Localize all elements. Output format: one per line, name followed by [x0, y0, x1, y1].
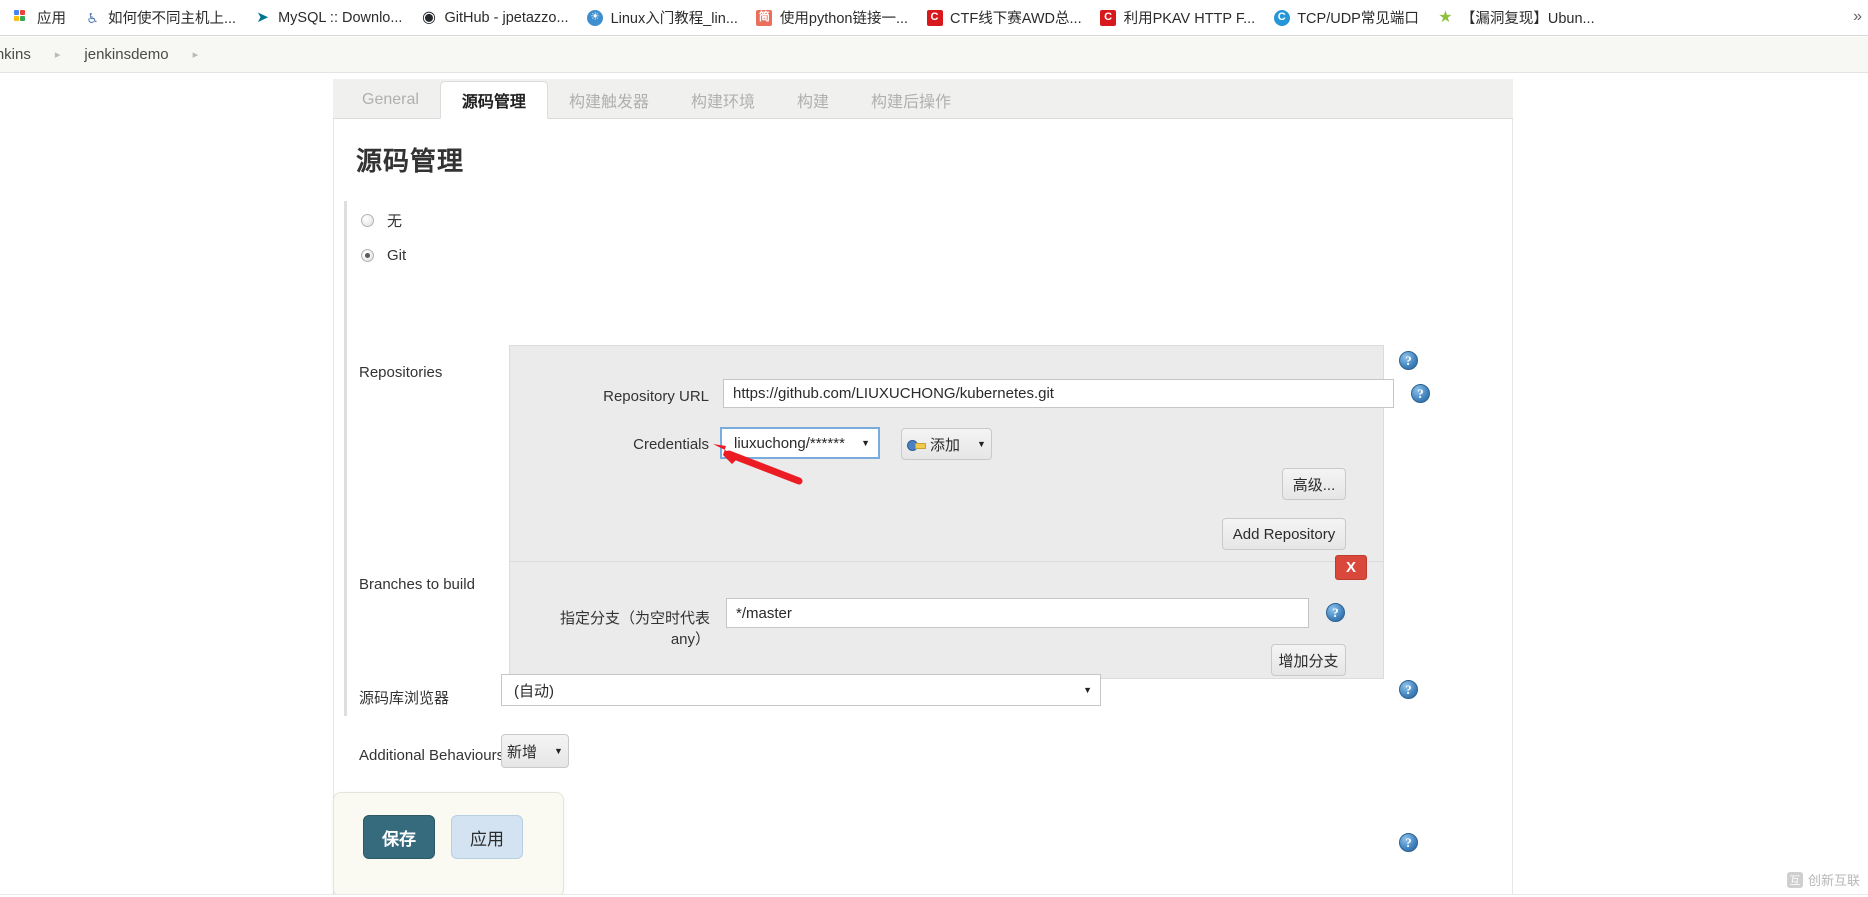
credentials-select[interactable]: liuxuchong/****** ▼ — [720, 427, 880, 459]
branch-specifier-input[interactable] — [726, 598, 1309, 628]
watermark: 互 创新互联 — [1786, 870, 1860, 889]
git-config-block: Repositories Repository URL ? Credential… — [348, 344, 1498, 768]
repository-browser-label: 源码库浏览器 — [359, 690, 450, 707]
form-action-bar: 保存 应用 — [333, 792, 564, 897]
repositories-row-label: Repositories — [359, 364, 443, 381]
bookmark-github-jpetazzo[interactable]: ◉ GitHub - jpetazzo... — [411, 5, 577, 31]
page-title: 源码管理 — [356, 146, 465, 176]
radio-label: 无 — [387, 213, 403, 230]
credentials-label: Credentials — [633, 436, 709, 453]
add-branch-button[interactable]: 增加分支 — [1271, 644, 1346, 676]
bookmark-python-link[interactable]: 简 使用python链接一... — [747, 5, 917, 31]
star-icon: ★ — [1438, 8, 1453, 26]
github-icon: ◉ — [421, 8, 436, 26]
bookmark-linux-tutorial[interactable]: ☀ Linux入门教程_lin... — [578, 5, 747, 31]
tab-build-environment[interactable]: 构建环境 — [670, 81, 776, 119]
page-body: General 源码管理 构建触发器 构建环境 构建 构建后操作 源码管理 无 … — [0, 73, 1868, 897]
page-icon: ♿ — [86, 9, 99, 26]
bookmark-label: 利用PKAV HTTP F... — [1123, 11, 1256, 27]
bookmark-label: CTF线下赛AWD总... — [950, 11, 1082, 27]
repository-browser-help-icon[interactable]: ? — [1399, 680, 1418, 699]
add-credentials-label: 添加 — [930, 436, 961, 454]
breadcrumb: Jenkins ▸ jenkinsdemo ▸ — [0, 37, 1868, 73]
save-button[interactable]: 保存 — [363, 815, 435, 859]
bookmark-ctf-awd[interactable]: C CTF线下赛AWD总... — [917, 5, 1091, 31]
bookmark-label: TCP/UDP常见端口 — [1297, 11, 1419, 27]
repository-url-label: Repository URL — [603, 388, 709, 405]
radio-label: Git — [387, 247, 407, 264]
branches-panel: 指定分支（为空时代表any） ? 增加分支 — [509, 561, 1384, 679]
bookmark-label: MySQL :: Downlo... — [278, 9, 403, 26]
add-repository-button[interactable]: Add Repository — [1222, 518, 1346, 550]
tab-general[interactable]: General — [341, 81, 440, 119]
radio-button-icon — [361, 249, 374, 262]
repositories-help-icon[interactable]: ? — [1399, 351, 1418, 370]
repositories-panel: Repository URL ? Credentials liuxuchong/… — [509, 345, 1430, 573]
advanced-button[interactable]: 高级... — [1282, 468, 1346, 500]
breadcrumb-item-jenkins[interactable]: Jenkins — [0, 46, 37, 63]
csdn-icon: C — [1100, 9, 1117, 26]
bookmark-apps[interactable]: 应用 — [4, 5, 75, 31]
branch-specifier-label: 指定分支（为空时代表any） — [559, 610, 710, 648]
cnblogs-icon: C — [1273, 9, 1290, 26]
additional-behaviours-label: Additional Behaviours — [359, 747, 505, 764]
mysql-dolphin-icon: ➤ — [256, 9, 269, 26]
tab-source-code-management[interactable]: 源码管理 — [439, 81, 548, 119]
repository-url-help-icon[interactable]: ? — [1411, 384, 1430, 403]
branch-specifier-help-icon[interactable]: ? — [1326, 603, 1345, 622]
subversion-help-icon[interactable]: ? — [1399, 833, 1418, 852]
bookmarks-overflow-button[interactable]: » — [1853, 8, 1862, 26]
chevron-down-icon: ▼ — [554, 746, 563, 756]
job-config-form: General 源码管理 构建触发器 构建环境 构建 构建后操作 源码管理 无 … — [333, 73, 1513, 897]
radio-scm-none[interactable]: 无 — [361, 210, 402, 231]
bookmark-label: 如何使不同主机上... — [108, 11, 237, 27]
csdn-icon: C — [926, 9, 943, 26]
config-tab-bar: General 源码管理 构建触发器 构建环境 构建 构建后操作 — [333, 79, 1513, 119]
chevron-down-icon: ▼ — [977, 439, 986, 449]
additional-behaviours-add-button[interactable]: 新增 ▼ — [501, 734, 569, 768]
credentials-selected-value: liuxuchong/****** — [734, 434, 845, 452]
globe-icon: ☀ — [587, 9, 604, 26]
additional-behaviours-add-label: 新增 — [507, 743, 538, 761]
add-credentials-button[interactable]: 添加 ▼ — [901, 428, 992, 460]
watermark-text: 创新互联 — [1807, 873, 1860, 888]
radio-button-icon — [361, 214, 374, 227]
watermark-icon: 互 — [1786, 871, 1803, 888]
bookmark-vuln-ubuntu[interactable]: ★ 【漏洞复现】Ubun... — [1428, 5, 1604, 31]
apply-button[interactable]: 应用 — [451, 815, 523, 859]
scm-form: 源码管理 无 Git Repositories Repository URL h… — [333, 119, 1513, 897]
bookmark-label: 使用python链接一... — [779, 11, 909, 27]
breadcrumb-separator-icon: ▸ — [192, 49, 199, 61]
bookmark-label: GitHub - jpetazzo... — [444, 9, 569, 26]
chevron-down-icon: ▼ — [1083, 685, 1092, 695]
tab-build[interactable]: 构建 — [776, 81, 850, 119]
apps-grid-icon — [13, 9, 30, 26]
delete-branch-button[interactable]: X — [1335, 555, 1367, 580]
bookmark-mysql-download[interactable]: ➤ MySQL :: Downlo... — [245, 5, 411, 31]
breadcrumb-separator-icon: ▸ — [54, 49, 61, 61]
bookmark-tcp-udp-ports[interactable]: C TCP/UDP常见端口 — [1264, 5, 1428, 31]
chevron-down-icon: ▼ — [861, 438, 870, 448]
repository-url-input[interactable] — [723, 379, 1394, 408]
jianshu-icon: 简 — [756, 9, 773, 26]
branches-to-build-row-label: Branches to build — [359, 576, 475, 593]
bookmark-pkav-http[interactable]: C 利用PKAV HTTP F... — [1091, 5, 1265, 31]
tab-build-triggers[interactable]: 构建触发器 — [548, 81, 670, 119]
browser-bookmarks-bar: 应用 ♿ 如何使不同主机上... ➤ MySQL :: Downlo... ◉ … — [0, 0, 1868, 36]
bookmark-label: Linux入门教程_lin... — [610, 11, 738, 27]
key-icon — [907, 439, 927, 451]
tab-post-build-actions[interactable]: 构建后操作 — [850, 81, 972, 119]
breadcrumb-item-jenkinsdemo[interactable]: jenkinsdemo — [78, 46, 174, 63]
radio-scm-git[interactable]: Git — [361, 247, 406, 264]
bookmark-how-to-different-hosts[interactable]: ♿ 如何使不同主机上... — [75, 5, 245, 31]
repository-browser-value: (自动) — [514, 682, 554, 700]
scm-options-rail — [344, 201, 347, 716]
bookmark-label: 【漏洞复现】Ubun... — [1460, 11, 1595, 27]
repository-browser-select[interactable]: (自动) ▼ — [501, 674, 1101, 706]
bookmark-label: 应用 — [37, 11, 66, 27]
